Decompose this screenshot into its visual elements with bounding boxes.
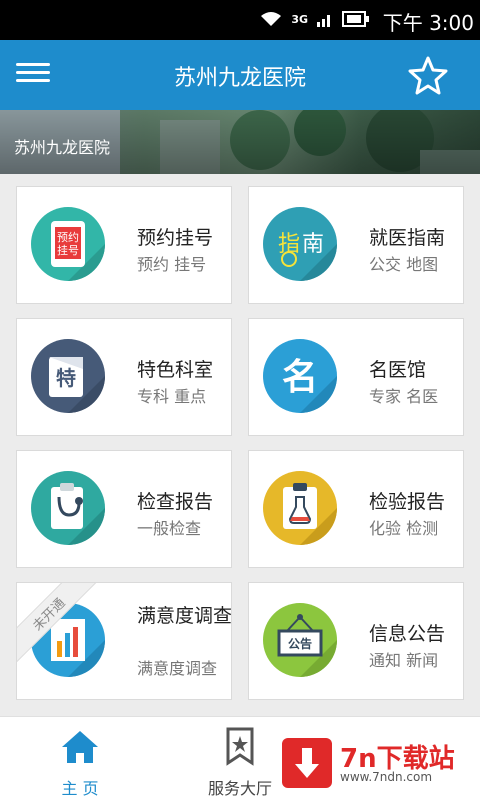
tab-home[interactable]: 主 页 [0,717,160,801]
battery-icon [342,11,369,27]
svg-text:特: 特 [56,366,76,390]
status-bar: 3G 下午 3:00 [0,0,480,40]
network-label: 3G [291,12,308,26]
card-subtitle: 一般检查 [137,519,202,538]
card-subtitle: 通知 新闻 [369,651,439,670]
download-arrow-icon [282,738,332,788]
home-icon [62,731,98,763]
tab-label: 主 页 [61,779,99,798]
department-badge-icon: 特 [31,339,105,413]
status-icons: 3G [259,10,370,28]
svg-text:预约: 预约 [57,231,79,244]
card-title: 信息公告 [369,623,446,645]
favorite-button[interactable] [408,55,448,95]
card-exam-report[interactable]: 检查报告 一般检查 [16,450,232,568]
appointment-phone-icon: 预约 挂号 [31,207,105,281]
signal-icon [317,15,330,27]
famous-doctor-icon: 名 [263,339,337,413]
guide-compass-icon: 指 南 [263,207,337,281]
card-subtitle: 化验 检测 [369,519,439,538]
lab-flask-clipboard-icon [263,471,337,545]
card-notice[interactable]: 公告 信息公告 通知 新闻 [248,582,464,700]
card-title: 名医馆 [369,359,427,381]
card-subtitle: 预约 挂号 [137,255,207,274]
card-appointment[interactable]: 预约 挂号 预约挂号 预约 挂号 [16,186,232,304]
card-famous-doctor[interactable]: 名 名医馆 专家 名医 [248,318,464,436]
hero-banner[interactable]: 苏州九龙医院 [0,110,480,174]
card-subtitle: 公交 地图 [369,255,439,274]
svg-text:指: 指 [278,232,300,257]
card-subtitle: 专家 名医 [369,387,439,406]
banner-label: 苏州九龙医院 [14,138,111,157]
card-title: 检验报告 [369,491,446,513]
stethoscope-clipboard-icon [31,471,105,545]
star-icon [408,56,448,95]
card-department[interactable]: 特 特色科室 专科 重点 [16,318,232,436]
card-satisfaction-survey[interactable]: 未开通 满意度调查 满意度调查 [16,582,232,700]
status-time: 下午 3:00 [382,11,474,35]
svg-text:公告: 公告 [288,636,312,651]
app-bar: 苏州九龙医院 [0,40,480,110]
watermark-url: www.7ndn.com [340,770,433,784]
card-title: 检查报告 [137,491,214,513]
bookmark-star-icon [226,727,254,766]
svg-text:名: 名 [282,356,318,398]
watermark-logo: 7n下载站 www.7ndn.com [282,738,470,788]
card-lab-report[interactable]: 检验报告 化验 检测 [248,450,464,568]
wifi-icon [261,12,282,26]
svg-text:挂号: 挂号 [57,243,79,257]
card-subtitle: 专科 重点 [137,387,207,406]
svg-text:南: 南 [302,232,324,257]
card-subtitle: 满意度调查 [137,659,218,678]
card-title: 预约挂号 [137,227,214,249]
card-title: 特色科室 [137,359,214,381]
card-guide[interactable]: 指 南 就医指南 公交 地图 [248,186,464,304]
notice-board-icon: 公告 [263,603,337,677]
card-title: 满意度调查 [137,605,232,627]
card-title: 就医指南 [369,227,446,249]
